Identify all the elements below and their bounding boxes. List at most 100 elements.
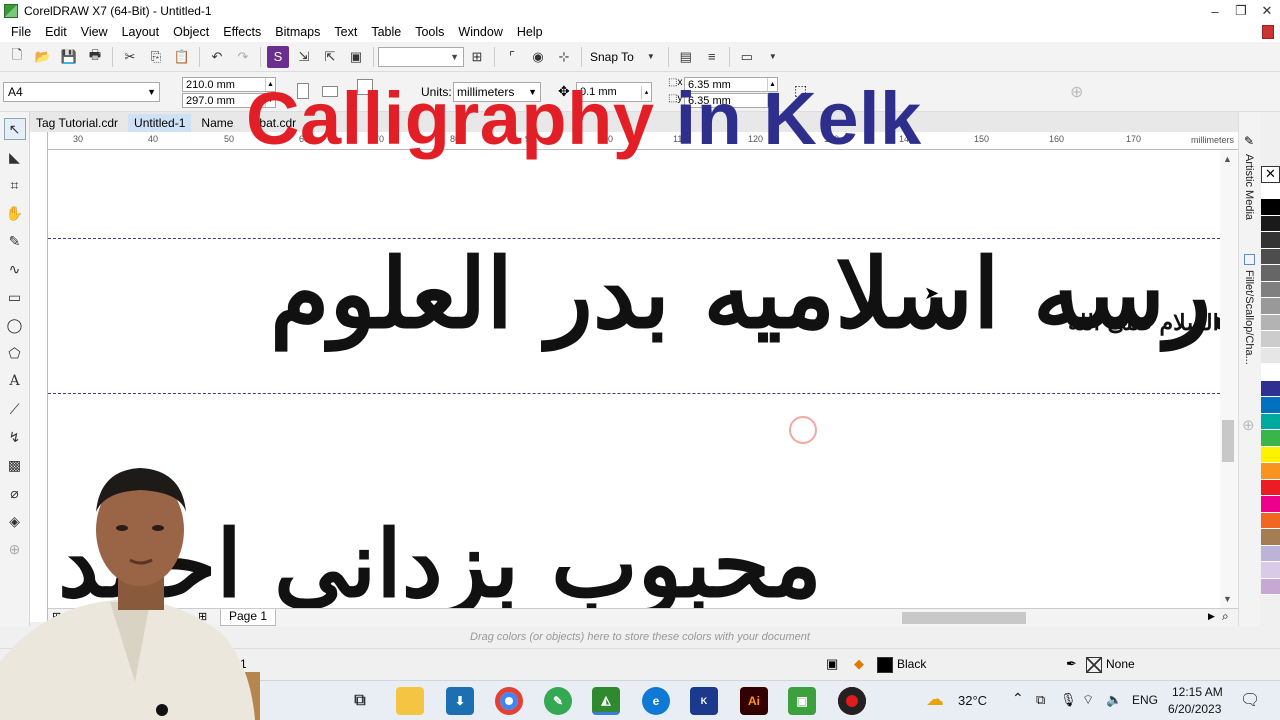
menu-bitmaps[interactable]: Bitmaps: [268, 25, 327, 39]
show-rulers-icon[interactable]: ⌜: [501, 46, 523, 68]
close-button[interactable]: ✕: [1254, 0, 1280, 22]
microphone-icon[interactable]: 🎙: [1060, 692, 1077, 708]
shape-tool-icon[interactable]: ◣: [4, 146, 26, 168]
file-explorer-icon[interactable]: [396, 687, 424, 715]
rectangle-tool-icon[interactable]: ▭: [4, 286, 26, 308]
palette-swatch[interactable]: [1261, 446, 1280, 463]
menu-file[interactable]: File: [4, 25, 38, 39]
redo-icon[interactable]: ↷: [232, 46, 254, 68]
full-screen-preview-icon[interactable]: ⊞: [466, 46, 488, 68]
undo-icon[interactable]: ↶: [206, 46, 228, 68]
palette-swatch[interactable]: [1261, 281, 1280, 298]
restore-button[interactable]: ❐: [1228, 0, 1254, 22]
language-indicator[interactable]: ENG: [1132, 693, 1158, 707]
no-color-swatch[interactable]: ✕: [1261, 166, 1280, 183]
screen-recorder-icon[interactable]: [838, 687, 866, 715]
bookmark-icon[interactable]: [1262, 25, 1274, 39]
connector-tool-icon[interactable]: ↯: [4, 426, 26, 448]
copy-icon[interactable]: ⎘: [145, 46, 167, 68]
show-guidelines-icon[interactable]: ⊹: [553, 46, 575, 68]
artistic-media-tool-icon[interactable]: ∿: [4, 258, 26, 280]
palette-swatch[interactable]: [1261, 562, 1280, 579]
palette-swatch[interactable]: [1261, 397, 1280, 414]
add-icon[interactable]: ⊕: [1070, 82, 1083, 102]
palette-swatch[interactable]: [1261, 380, 1280, 397]
tab-name[interactable]: Name: [195, 114, 239, 132]
docker-tab-fillet-scallop[interactable]: Fillet/Scallop/Cha...: [1243, 270, 1255, 365]
menu-tools[interactable]: Tools: [408, 25, 451, 39]
fill-bucket-icon[interactable]: ◆: [854, 656, 864, 672]
application-launcher-icon[interactable]: ▭: [736, 46, 758, 68]
zoom-level-select[interactable]: ▼: [378, 46, 464, 67]
vertical-scrollbar[interactable]: ▲ ▼: [1220, 150, 1238, 608]
temperature[interactable]: 32°C: [958, 693, 987, 708]
palette-swatch[interactable]: [1261, 479, 1280, 496]
polygon-tool-icon[interactable]: ⬠: [4, 342, 26, 364]
palette-swatch[interactable]: [1261, 182, 1280, 199]
zoom-icon[interactable]: ⌕: [1222, 609, 1229, 624]
palette-swatch[interactable]: [1261, 413, 1280, 430]
edge-icon[interactable]: e: [642, 687, 670, 715]
color-proof-icon[interactable]: ▣: [826, 656, 838, 672]
coreldraw-taskbar-icon[interactable]: ✎: [544, 687, 572, 715]
paste-icon[interactable]: 📋: [171, 46, 193, 68]
coreldraw-active-icon[interactable]: ◭: [592, 687, 620, 715]
crop-tool-icon[interactable]: ⌗: [4, 174, 26, 196]
options-icon[interactable]: ≡: [701, 46, 723, 68]
scroll-thumb[interactable]: [1222, 420, 1234, 462]
palette-swatch[interactable]: [1261, 463, 1280, 480]
palette-swatch[interactable]: [1261, 496, 1280, 513]
fill-color-swatch[interactable]: [877, 657, 893, 673]
publish-pdf-icon[interactable]: ▣: [345, 46, 367, 68]
palette-swatch[interactable]: [1261, 199, 1280, 216]
kelk-app-icon[interactable]: K: [690, 687, 718, 715]
tab-tag-tutorial[interactable]: Tag Tutorial.cdr: [30, 114, 124, 132]
page-size-select[interactable]: A4 ▼: [3, 82, 160, 102]
outline-pen-icon[interactable]: ✒: [1066, 656, 1077, 672]
chrome-icon[interactable]: [495, 687, 523, 715]
palette-swatch[interactable]: [1261, 545, 1280, 562]
import-icon[interactable]: ⇲: [293, 46, 315, 68]
export-icon[interactable]: ⇱: [319, 46, 341, 68]
palette-swatch[interactable]: [1261, 265, 1280, 282]
clock-time[interactable]: 12:15 AM: [1172, 685, 1223, 699]
outline-color-swatch[interactable]: [1086, 657, 1102, 673]
palette-swatch[interactable]: [1261, 347, 1280, 364]
wifi-icon[interactable]: ⌔: [1082, 692, 1094, 708]
snap-to-dropdown[interactable]: Snap To: [586, 50, 638, 64]
menu-layout[interactable]: Layout: [115, 25, 167, 39]
menu-effects[interactable]: Effects: [216, 25, 268, 39]
docker-tab-artistic-media[interactable]: Artistic Media: [1243, 154, 1255, 220]
scroll-down-icon[interactable]: ▼: [1223, 594, 1232, 604]
freehand-tool-icon[interactable]: ✎: [4, 230, 26, 252]
menu-table[interactable]: Table: [364, 25, 408, 39]
chevron-down-icon[interactable]: ▼: [640, 46, 662, 68]
palette-swatch[interactable]: [1261, 215, 1280, 232]
menu-help[interactable]: Help: [510, 25, 550, 39]
search-content-icon[interactable]: S: [267, 45, 289, 68]
new-document-icon[interactable]: 🗋: [6, 46, 28, 68]
chevron-down-icon[interactable]: ▼: [762, 46, 784, 68]
download-app-icon[interactable]: ⬇: [446, 687, 474, 715]
add-docker-icon[interactable]: ⊕: [1242, 416, 1255, 434]
illustrator-icon[interactable]: Ai: [740, 687, 768, 715]
tab-untitled-1[interactable]: Untitled-1: [128, 114, 192, 132]
print-icon[interactable]: 🖶: [84, 46, 106, 68]
show-grid-icon[interactable]: ◉: [527, 46, 549, 68]
chevron-up-icon[interactable]: ⌃: [1012, 690, 1024, 707]
menu-window[interactable]: Window: [451, 25, 509, 39]
horizontal-scroll-thumb[interactable]: [902, 612, 1026, 624]
weather-icon[interactable]: ☁: [926, 689, 944, 710]
palette-swatch[interactable]: [1261, 232, 1280, 249]
open-folder-icon[interactable]: 📂: [32, 46, 54, 68]
save-icon[interactable]: 💾: [58, 46, 80, 68]
clock-date[interactable]: 6/20/2023: [1168, 702, 1221, 716]
pick-tool-icon[interactable]: ↖: [3, 118, 26, 140]
palette-swatch[interactable]: [1261, 314, 1280, 331]
ellipse-tool-icon[interactable]: ◯: [4, 314, 26, 336]
network-icon[interactable]: ⧉: [1036, 692, 1045, 708]
scroll-up-icon[interactable]: ▲: [1223, 154, 1232, 164]
volume-icon[interactable]: 🔈: [1106, 692, 1122, 708]
parallel-dimension-icon[interactable]: ⟋: [4, 398, 26, 420]
palette-swatch[interactable]: [1261, 578, 1280, 595]
